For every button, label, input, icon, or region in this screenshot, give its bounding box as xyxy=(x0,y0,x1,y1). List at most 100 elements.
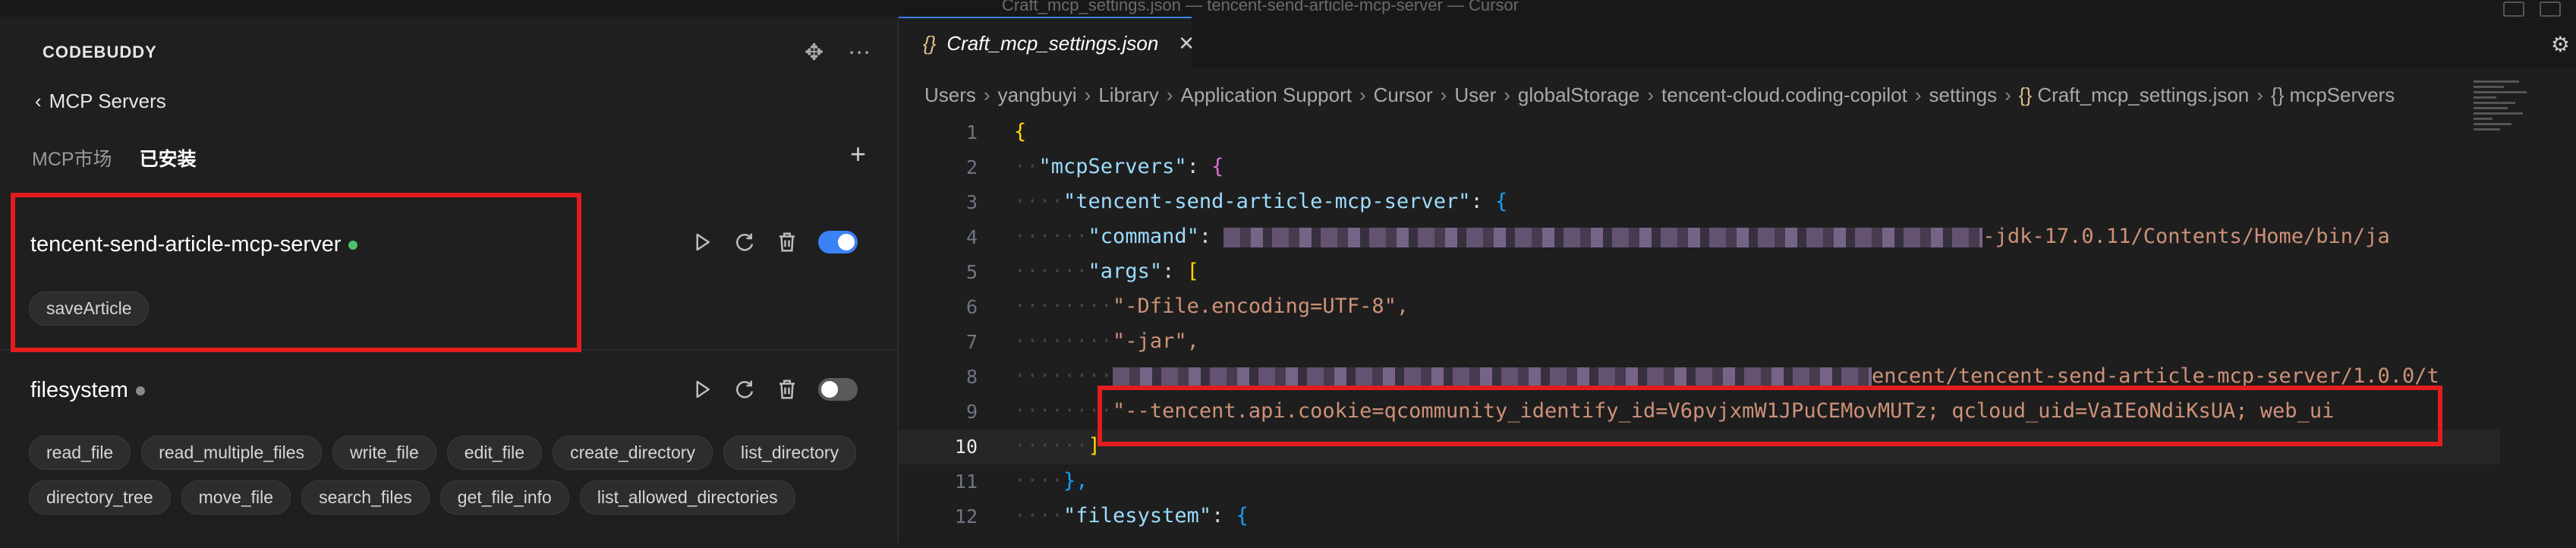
code-line: 2 ··"mcpServers": { xyxy=(899,150,2500,185)
code-text: }, xyxy=(1063,469,1088,493)
toggle-panel-icon[interactable] xyxy=(2540,2,2561,17)
window-title: Craft_mcp_settings.json — tencent-send-a… xyxy=(1002,0,1519,14)
chevron-right-icon: › xyxy=(1504,83,1510,106)
back-button[interactable]: ‹ MCP Servers xyxy=(35,90,166,113)
tool-chip[interactable]: write_file xyxy=(332,436,436,470)
line-number: 9 xyxy=(965,401,978,423)
trash-icon[interactable] xyxy=(776,378,798,401)
chevron-right-icon: › xyxy=(1084,83,1091,106)
breadcrumb-item[interactable]: Application Support xyxy=(1180,83,1351,106)
object-symbol-icon: {} xyxy=(2270,83,2290,106)
code-text: "command" xyxy=(1088,225,1199,248)
move-icon[interactable]: ✥ xyxy=(805,39,824,66)
toggle-sidebar-icon[interactable] xyxy=(2503,2,2524,17)
code-line: 6 ········"-Dfile.encoding=UTF-8", xyxy=(899,290,2500,325)
tool-list: read_file read_multiple_files write_file ed… xyxy=(29,436,864,515)
breadcrumb-item[interactable]: User xyxy=(1454,83,1496,106)
chevron-right-icon: › xyxy=(2256,83,2263,106)
code-line: 1{ xyxy=(899,115,2500,150)
code-text: -jdk-17.0.11/Contents/Home/bin/ja xyxy=(1982,225,2390,248)
chevron-right-icon: › xyxy=(1914,83,1922,106)
annotation-highlight-box xyxy=(1097,386,2442,446)
play-icon[interactable] xyxy=(691,378,713,401)
panel-header-actions: ✥ ⋯ xyxy=(805,39,871,66)
breadcrumb-file[interactable]: Craft_mcp_settings.json xyxy=(2037,83,2249,106)
line-number: 8 xyxy=(965,366,978,388)
chevron-right-icon: › xyxy=(1440,83,1447,106)
breadcrumb-symbol[interactable]: mcpServers xyxy=(2290,83,2395,106)
window-layout-controls[interactable] xyxy=(2503,2,2561,17)
tool-chip[interactable]: read_multiple_files xyxy=(141,436,323,470)
tab-installed[interactable]: 已安装 xyxy=(140,144,197,172)
chevron-right-icon: › xyxy=(1166,83,1173,106)
breadcrumb-item[interactable]: tencent-cloud.coding-copilot xyxy=(1661,83,1907,106)
json-file-icon: {} xyxy=(923,31,937,55)
code-line: 3 ····"tencent-send-article-mcp-server": … xyxy=(899,185,2500,220)
editor-tab[interactable]: {} Craft_mcp_settings.json ✕ xyxy=(899,17,1195,68)
line-number: 1 xyxy=(965,121,978,143)
server-name: filesystem xyxy=(30,378,145,403)
status-dot xyxy=(135,386,145,396)
chevron-left-icon: ‹ xyxy=(35,90,42,112)
code-line: 7 ········"-jar", xyxy=(899,325,2500,360)
server-name-text: filesystem xyxy=(30,378,128,402)
json-file-icon: {} xyxy=(2018,83,2038,106)
server-enable-toggle[interactable] xyxy=(818,231,858,254)
breadcrumb-item[interactable]: Cursor xyxy=(1374,83,1433,106)
code-text: "-jar", xyxy=(1113,329,1199,353)
code-text: "-Dfile.encoding=UTF-8", xyxy=(1113,294,1409,318)
tool-chip[interactable]: create_directory xyxy=(553,436,713,470)
settings-icon[interactable]: ⚙ xyxy=(2551,32,2570,57)
panel-brand: CODEBUDDY xyxy=(43,43,157,61)
line-number: 10 xyxy=(954,436,978,458)
tool-chip[interactable]: search_files xyxy=(301,480,430,515)
mcp-tabs: MCP市场 已安装 xyxy=(32,144,197,172)
trash-icon[interactable] xyxy=(776,231,798,254)
chevron-right-icon: › xyxy=(1647,83,1655,106)
breadcrumb-item[interactable]: Users xyxy=(924,83,976,106)
server-controls xyxy=(691,231,858,254)
code-text: "mcpServers" xyxy=(1038,155,1187,178)
breadcrumb: Users › yangbuyi › Library › Application Suppo… xyxy=(924,83,2395,107)
editor-tabbar: {} Craft_mcp_settings.json ✕ ⚙ xyxy=(899,17,2576,68)
line-number: 3 xyxy=(965,191,978,213)
redacted-blur xyxy=(1223,227,1983,247)
tool-chip[interactable]: list_allowed_directories xyxy=(579,480,795,515)
close-icon[interactable]: ✕ xyxy=(1178,32,1195,55)
code-text: encent/tencent-send-article-mcp-server/1… xyxy=(1872,364,2439,388)
tab-marketplace[interactable]: MCP市场 xyxy=(32,144,112,172)
breadcrumb-item[interactable]: settings xyxy=(1929,83,1997,106)
line-number: 7 xyxy=(965,331,978,353)
window-titlebar: Craft_mcp_settings.json — tencent-send-a… xyxy=(0,0,2576,17)
tool-chip[interactable]: directory_tree xyxy=(29,480,171,515)
breadcrumb-item[interactable]: yangbuyi xyxy=(998,83,1077,106)
editor-area: {} Craft_mcp_settings.json ✕ ⚙ Users › yan… xyxy=(899,17,2576,543)
tool-chip[interactable]: get_file_info xyxy=(439,480,569,515)
breadcrumb-item[interactable]: Library xyxy=(1098,83,1158,106)
breadcrumb-item[interactable]: globalStorage xyxy=(1518,83,1639,106)
line-number: 5 xyxy=(965,261,978,283)
tool-chip[interactable]: move_file xyxy=(181,480,291,515)
code-line: 12 ····"filesystem": { xyxy=(899,499,2500,534)
codebuddy-panel: CODEBUDDY ✥ ⋯ ‹ MCP Servers MCP市场 已安装 + … xyxy=(0,17,899,543)
line-number: 2 xyxy=(965,156,978,178)
annotation-highlight-box xyxy=(11,193,581,352)
tool-chip[interactable]: read_file xyxy=(29,436,131,470)
editor-tab-label: Craft_mcp_settings.json xyxy=(946,31,1159,55)
line-number: 12 xyxy=(954,505,978,528)
code-line: 5 ······"args": [ xyxy=(899,255,2500,290)
code-line: 4 ······"command": -jdk-17.0.11/Contents/… xyxy=(899,220,2500,255)
play-icon[interactable] xyxy=(691,231,713,254)
chevron-right-icon: › xyxy=(1359,83,1366,106)
tool-chip[interactable]: edit_file xyxy=(446,436,543,470)
tool-chip[interactable]: list_directory xyxy=(723,436,857,470)
code-text: "filesystem" xyxy=(1063,504,1212,528)
more-icon[interactable]: ⋯ xyxy=(848,39,871,66)
refresh-icon[interactable] xyxy=(733,378,756,401)
refresh-icon[interactable] xyxy=(733,231,756,254)
redacted-blur xyxy=(1113,367,1872,387)
line-number: 6 xyxy=(965,296,978,318)
add-server-button[interactable]: + xyxy=(850,140,866,168)
code-text: "tencent-send-article-mcp-server" xyxy=(1063,190,1471,213)
server-enable-toggle[interactable] xyxy=(818,378,858,401)
